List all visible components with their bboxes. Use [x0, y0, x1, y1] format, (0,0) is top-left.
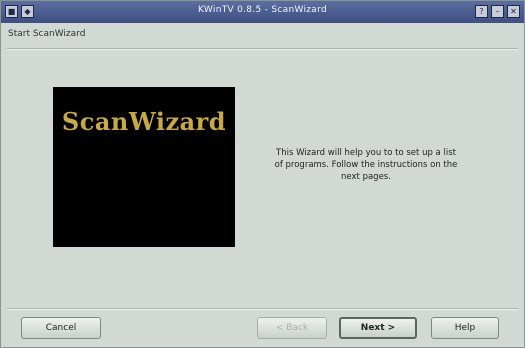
scanwizard-window: ■ ◆ KWinTV 0.8.5 - ScanWizard ? – ✕ Star… — [0, 0, 525, 348]
scanwizard-logo: ScanWizard — [53, 87, 235, 247]
footer-separator — [7, 308, 518, 310]
logo-text: ScanWizard — [61, 107, 227, 136]
help-glyph: ? — [479, 6, 484, 16]
help-icon[interactable]: ? — [475, 5, 488, 18]
minimize-glyph: – — [495, 6, 500, 16]
wizard-description: This Wizard will help you to to set up a… — [274, 148, 458, 182]
close-icon[interactable]: ✕ — [507, 5, 520, 18]
page-subtitle: Start ScanWizard — [8, 29, 86, 39]
close-glyph: ✕ — [510, 6, 517, 16]
minimize-icon[interactable]: – — [491, 5, 504, 18]
help-button[interactable]: Help — [431, 317, 499, 339]
next-button[interactable]: Next > — [339, 317, 417, 339]
cancel-button[interactable]: Cancel — [21, 317, 101, 339]
window-title: KWinTV 0.8.5 - ScanWizard — [198, 5, 327, 15]
back-button[interactable]: < Back — [257, 317, 327, 339]
header-separator — [7, 48, 518, 50]
title-bar[interactable]: ■ ◆ KWinTV 0.8.5 - ScanWizard ? – ✕ — [1, 1, 524, 23]
